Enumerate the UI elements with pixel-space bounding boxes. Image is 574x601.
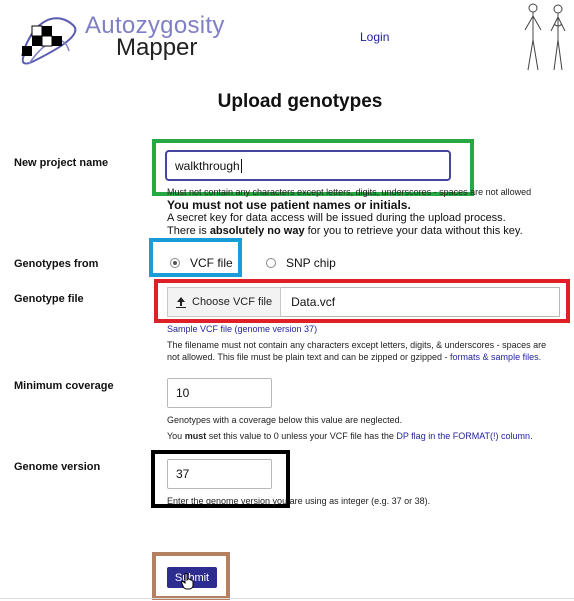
minimum-coverage-note: Genotypes with a coverage below this val… <box>167 415 403 425</box>
radio-snp-indicator[interactable] <box>266 258 276 268</box>
choose-vcf-file-label: Choose VCF file <box>192 296 273 308</box>
project-name-value: walkthrough <box>175 158 240 173</box>
coverage-warning-bold: must <box>184 431 207 441</box>
minimum-coverage-label: Minimum coverage <box>14 380 114 392</box>
sample-vcf-link[interactable]: Sample VCF file (genome version 37) <box>167 323 317 335</box>
genome-version-note: Enter the genome version you are using a… <box>167 496 431 506</box>
patient-names-warning: You must not use patient names or initia… <box>167 198 411 212</box>
genome-version-label: Genome version <box>14 461 101 473</box>
radio-snp-chip[interactable]: SNP chip <box>266 256 336 270</box>
project-name-hint: Must not contain any characters except l… <box>167 187 532 197</box>
minimum-coverage-input[interactable]: 10 <box>167 378 272 408</box>
secret-key-text-3: for you to retrieve your data without th… <box>307 225 523 237</box>
radio-vcf-label: VCF file <box>190 256 233 270</box>
logo-text-mapper: Mapper <box>116 34 198 61</box>
page-bottom-divider <box>0 598 574 599</box>
formats-sample-files-link[interactable]: formats & sample files. <box>450 352 541 362</box>
selected-file-name: Data.vcf <box>281 287 560 317</box>
choose-vcf-file-button[interactable]: Choose VCF file <box>167 287 282 317</box>
coverage-warning-end: . <box>530 431 533 441</box>
minimum-coverage-warning: You must set this value to 0 unless your… <box>167 430 533 442</box>
genotype-file-note: The filename must not contain any charac… <box>167 339 557 363</box>
genotype-file-label: Genotype file <box>14 293 84 305</box>
radio-snp-label: SNP chip <box>286 256 336 270</box>
cursor-hand-icon <box>181 573 194 590</box>
page-title: Upload genotypes <box>217 91 383 112</box>
human-figures-icon <box>524 3 566 71</box>
genotype-file-note-2: allowed. This file must be plain text an… <box>182 352 448 362</box>
radio-vcf-indicator[interactable] <box>170 258 180 268</box>
coverage-warning-pre: You <box>167 431 183 441</box>
upload-icon <box>176 296 186 308</box>
logo-icon <box>21 17 77 65</box>
file-picker[interactable]: Choose VCF file Data.vcf <box>167 287 560 317</box>
dp-flag-link[interactable]: DP flag in the FORMAT(!) column <box>396 431 530 441</box>
coverage-warning-mid: set this value to 0 unless your VCF file… <box>208 431 394 441</box>
login-link[interactable]: Login <box>360 30 389 44</box>
secret-key-text-bold: absolutely no way <box>209 225 305 237</box>
secret-key-note: A secret key for data access will be iss… <box>167 212 537 238</box>
project-name-label: New project name <box>14 157 109 169</box>
radio-vcf-file[interactable]: VCF file <box>170 256 233 270</box>
project-name-input[interactable]: walkthrough <box>165 150 451 181</box>
genotypes-from-label: Genotypes from <box>14 258 99 270</box>
